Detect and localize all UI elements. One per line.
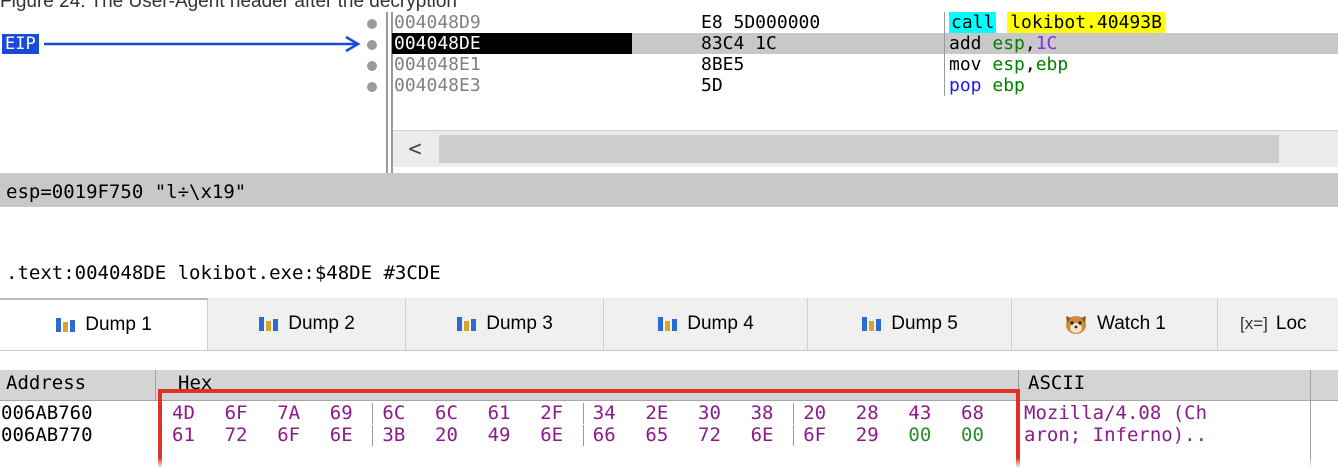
tab-dump-2[interactable]: Dump 2 (208, 298, 406, 350)
operand-register: esp (992, 54, 1025, 75)
esp-info: esp=0019F750 "l÷\x19" (6, 181, 247, 203)
highlight-box (158, 389, 1020, 468)
scrollbar-thumb[interactable] (439, 135, 1279, 163)
horizontal-scrollbar[interactable]: < (393, 130, 1338, 167)
breakpoint-dot[interactable] (367, 40, 377, 50)
tab-label: Watch 1 (1097, 313, 1166, 334)
eip-label: EIP (2, 34, 39, 54)
breakpoint-dot[interactable] (367, 82, 377, 92)
breakpoint-dot[interactable] (367, 19, 377, 29)
operand-register: esp (992, 33, 1025, 54)
locals-icon: [x=] (1240, 314, 1268, 333)
tab-label: Loc (1275, 313, 1307, 334)
disasm-instruction[interactable]: mov esp,ebp (949, 54, 1068, 75)
disasm-address-current[interactable]: 004048DE (392, 33, 632, 54)
tab-label: Dump 1 (85, 314, 152, 335)
dump-row-address[interactable]: 006AB770 (1, 424, 93, 446)
disasm-bytes[interactable]: E8 5D000000 (701, 12, 820, 33)
operand-separator: , (1024, 54, 1036, 75)
gutter-separator (386, 12, 388, 173)
header-address[interactable]: Address (6, 372, 86, 394)
tab-dump-3[interactable]: Dump 3 (406, 298, 604, 350)
tab-locals[interactable]: [x=] Loc (1218, 298, 1338, 350)
tab-watch-1[interactable]: Watch 1 (1012, 298, 1218, 350)
clipped-row-fade (0, 458, 1338, 468)
dump-row-address[interactable]: 006AB760 (1, 402, 93, 424)
tab-label: Dump 3 (486, 313, 553, 334)
operand-separator: , (1024, 33, 1036, 54)
disasm-address[interactable]: 004048E3 (394, 75, 481, 96)
disassembly-panel: EIP 004048D9 004048DE 004048E1 004048E3 … (0, 12, 1338, 173)
chevron-left-icon: < (408, 136, 422, 162)
dump-icon (862, 317, 882, 331)
dump-row-ascii[interactable]: aron; Inferno).. (1024, 424, 1207, 446)
mnemonic: call (949, 12, 997, 33)
operand-immediate: 1C (1035, 33, 1058, 54)
header-separator (155, 370, 156, 400)
tab-dump-5[interactable]: Dump 5 (808, 298, 1012, 350)
disasm-address[interactable]: 004048D9 (394, 12, 481, 33)
call-target[interactable]: lokibot.40493B (1007, 12, 1165, 33)
tab-label: Dump 4 (687, 313, 754, 334)
dump-icon (658, 317, 678, 331)
tab-label: Dump 5 (891, 313, 958, 334)
disasm-bytes[interactable]: 5D (701, 75, 723, 96)
disasm-instruction[interactable]: call lokibot.40493B (949, 12, 1165, 33)
dump-icon (457, 317, 477, 331)
header-ascii[interactable]: ASCII (1028, 372, 1085, 394)
disasm-instruction[interactable]: add esp,1C (949, 33, 1057, 54)
dump-row-ascii[interactable]: Mozilla/4.08 (Ch (1024, 402, 1207, 424)
dump-tab-bar: Dump 1 Dump 2 Dump 3 Dump 4 Dump 5 Watch… (0, 298, 1338, 351)
disasm-address[interactable]: 004048E1 (394, 54, 481, 75)
dump-icon (259, 317, 279, 331)
tab-dump-4[interactable]: Dump 4 (604, 298, 808, 350)
eip-arrow-icon (44, 35, 361, 53)
disasm-instruction[interactable]: pop ebp (949, 75, 1025, 96)
dump-icon (56, 318, 76, 332)
mnemonic: pop (949, 75, 982, 96)
tab-dump-1[interactable]: Dump 1 (0, 298, 208, 350)
column-separator (944, 12, 945, 96)
header-separator (1310, 370, 1311, 468)
disasm-bytes[interactable]: 83C4 1C (701, 33, 777, 54)
disasm-bytes[interactable]: 8BE5 (701, 54, 744, 75)
operand-register: ebp (1035, 54, 1069, 75)
breakpoint-dot[interactable] (367, 61, 377, 71)
tab-label: Dump 2 (288, 313, 355, 334)
dog-icon (1066, 316, 1086, 334)
operand-register: ebp (992, 75, 1025, 96)
scroll-left-button[interactable]: < (395, 133, 435, 165)
mnemonic: add (949, 33, 982, 54)
mnemonic: mov (949, 54, 982, 75)
location-info: .text:004048DE lokibot.exe:$48DE #3CDE (6, 262, 441, 284)
